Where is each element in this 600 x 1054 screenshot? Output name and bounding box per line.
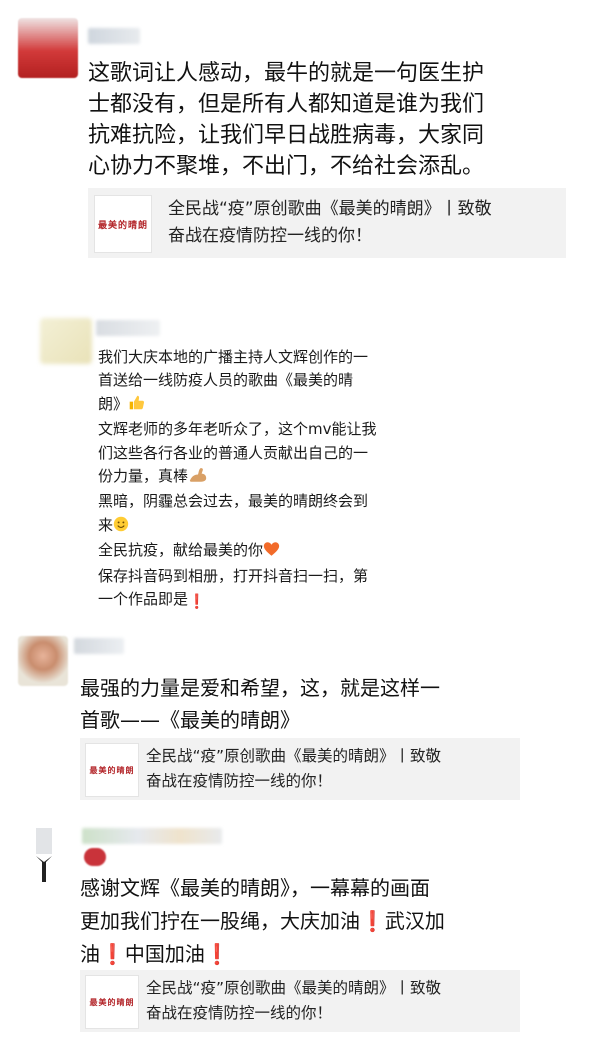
- thumbnail-logo-text: 最美的晴朗: [89, 996, 135, 1007]
- post-text: 感谢文辉《最美的晴朗》，一幕幕的画面 更加我们拧在一股绳，大庆加油❗武汉加 油❗…: [80, 872, 445, 971]
- text-line: 抗难抗险，让我们早日战胜病毒，大家同: [88, 123, 485, 148]
- title-line: 奋战在疫情防控一线的你！: [146, 772, 333, 790]
- title-line: 奋战在疫情防控一线的你！: [146, 1004, 333, 1022]
- title-line: 全民战“疫”原创歌曲《最美的晴朗》丨致敬: [146, 747, 442, 765]
- article-thumbnail: 最美的晴朗: [85, 975, 139, 1029]
- text-line: 这歌词让人感动，最牛的就是一句医生护: [88, 61, 485, 86]
- article-title: 全民战“疫”原创歌曲《最美的晴朗》丨致敬 奋战在疫情防控一线的你！: [146, 976, 441, 1026]
- shared-article-card[interactable]: 最美的晴朗 全民战“疫”原创歌曲《最美的晴朗》丨致敬 奋战在疫情防控一线的你！: [80, 738, 520, 800]
- avatar[interactable]: [22, 826, 66, 890]
- text-line: 文辉老师的多年老听众了，这个mv能让我: [98, 420, 377, 439]
- text-line: 全民抗疫，献给最美的你: [98, 539, 377, 564]
- text-line: 士都没有，但是所有人都知道是谁为我们: [88, 92, 485, 117]
- article-title: 全民战“疫”原创歌曲《最美的晴朗》丨致敬 奋战在疫情防控一线的你！: [168, 196, 492, 250]
- smile-icon: [113, 516, 129, 539]
- post-text: 这歌词让人感动，最牛的就是一句医生护 士都没有，但是所有人都知道是谁为我们 抗难…: [88, 58, 484, 182]
- post-text: 我们大庆本地的广播主持人文辉创作的一 首送给一线防疫人员的歌曲《最美的晴 朗》 …: [98, 346, 377, 614]
- avatar[interactable]: [18, 18, 78, 78]
- post-text: 最强的力量是爱和希望，这，就是这样一 首歌——《最美的晴朗》: [80, 672, 440, 736]
- text-line: 份力量，真棒: [98, 465, 377, 490]
- text-line: 我们大庆本地的广播主持人文辉创作的一: [98, 348, 369, 366]
- text-line: 感谢文辉《最美的晴朗》，一幕幕的画面: [80, 876, 430, 900]
- exclamation-icon: ❗: [100, 942, 125, 966]
- avatar[interactable]: [18, 636, 68, 686]
- title-line: 全民战“疫”原创歌曲《最美的晴朗》丨致敬: [168, 199, 492, 219]
- orange-heart-icon: [263, 541, 280, 564]
- text-line: 们这些各行各业的普通人贡献出自己的一: [98, 443, 369, 462]
- article-thumbnail: 最美的晴朗: [85, 743, 139, 797]
- thumbs-up-icon: [128, 394, 145, 418]
- moment-post-2: 我们大庆本地的广播主持人文辉创作的一 首送给一线防疫人员的歌曲《最美的晴 朗》 …: [0, 300, 600, 610]
- thumbnail-logo-text: 最美的晴朗: [89, 764, 135, 775]
- text-line: 油❗中国加油❗: [80, 942, 230, 966]
- exclamation-icon: ❗: [188, 594, 206, 611]
- moment-post-4: 感谢文辉《最美的晴朗》，一幕幕的画面 更加我们拧在一股绳，大庆加油❗武汉加 油❗…: [0, 822, 600, 1054]
- shared-article-card[interactable]: 最美的晴朗 全民战“疫”原创歌曲《最美的晴朗》丨致敬 奋战在疫情防控一线的你！: [80, 970, 520, 1032]
- avatar[interactable]: [40, 318, 92, 364]
- text-line: 心协力不聚堆，不出门，不给社会添乱。: [88, 154, 485, 179]
- flexed-arm-icon: [188, 466, 208, 490]
- title-line: 全民战“疫”原创歌曲《最美的晴朗》丨致敬: [146, 979, 442, 997]
- text-line: 首歌——《最美的晴朗》: [80, 708, 300, 732]
- title-line: 奋战在疫情防控一线的你！: [168, 226, 372, 246]
- shared-article-card[interactable]: 最美的晴朗 全民战“疫”原创歌曲《最美的晴朗》丨致敬 奋战在疫情防控一线的你！: [88, 188, 566, 258]
- exclamation-icon: ❗: [360, 909, 385, 933]
- text-line: 最强的力量是爱和希望，这，就是这样一: [80, 676, 440, 700]
- thumbnail-logo-text: 最美的晴朗: [97, 220, 148, 231]
- text-line: 朗》: [98, 393, 377, 418]
- text-line: 黑暗，阴霾总会过去，最美的晴朗终会到: [98, 492, 369, 511]
- text-line: 保存抖音码到相册，打开抖音扫一扫，第: [98, 566, 369, 585]
- exclamation-icon: ❗: [204, 942, 230, 966]
- article-title: 全民战“疫”原创歌曲《最美的晴朗》丨致敬 奋战在疫情防控一线的你！: [146, 744, 441, 794]
- text-line: 首送给一线防疫人员的歌曲《最美的晴: [98, 371, 354, 390]
- user-name-blurred[interactable]: [96, 320, 160, 336]
- article-thumbnail: 最美的晴朗: [94, 195, 152, 253]
- moment-post-1: 这歌词让人感动，最牛的就是一句医生护 士都没有，但是所有人都知道是谁为我们 抗难…: [0, 0, 600, 270]
- text-line: 更加我们拧在一股绳，大庆加油❗武汉加: [80, 909, 445, 933]
- text-line: 一个作品即是❗: [98, 588, 377, 614]
- user-name-blurred[interactable]: [88, 28, 140, 44]
- text-line: 来: [98, 514, 377, 539]
- user-name-blurred[interactable]: [74, 638, 124, 654]
- user-name-blurred[interactable]: [82, 828, 222, 844]
- profile-badge: [84, 848, 106, 866]
- moment-post-3: 最强的力量是爱和希望，这，就是这样一 首歌——《最美的晴朗》 最美的晴朗 全民战…: [0, 622, 600, 812]
